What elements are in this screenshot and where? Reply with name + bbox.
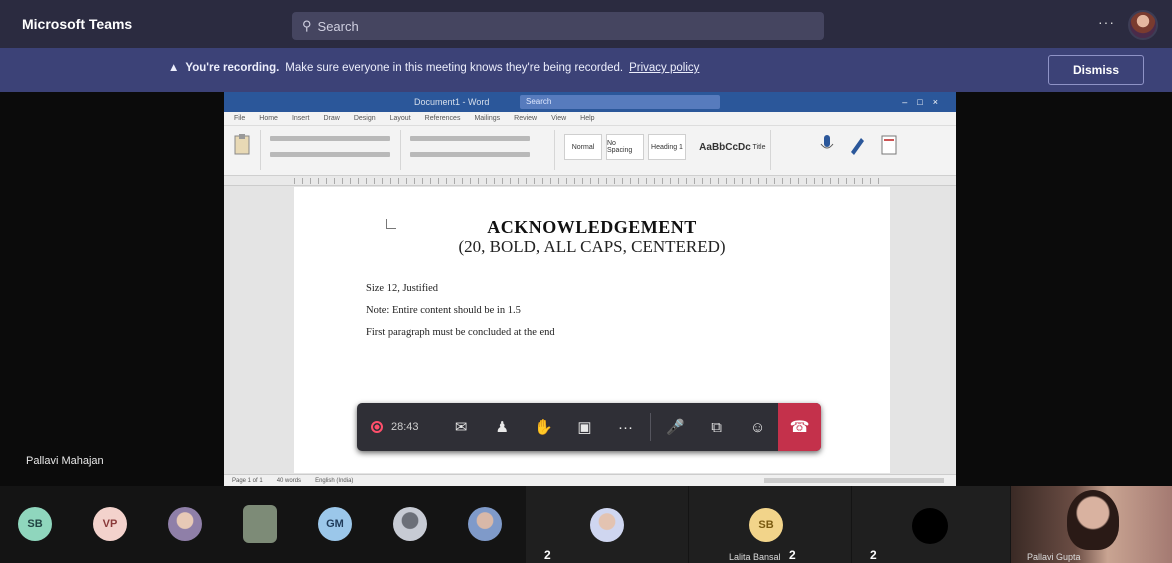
hand-icon: ✋: [534, 419, 553, 436]
recording-banner: ▲ You're recording. Make sure everyone i…: [0, 48, 1172, 92]
ribbon-tab: Help: [580, 115, 595, 122]
participant-video: [1067, 490, 1119, 550]
mic-button[interactable]: 🎤: [655, 403, 696, 451]
react-icon: ☺: [749, 418, 766, 436]
ruler: [224, 176, 956, 186]
status-language: English (India): [315, 477, 354, 484]
share-button[interactable]: ⧉: [696, 403, 737, 451]
participant-avatar: SB: [749, 508, 783, 542]
style-heading-1: Heading 1: [648, 134, 686, 160]
participant-avatar[interactable]: [243, 505, 277, 543]
chat-icon: ✉: [454, 419, 468, 436]
meeting-controls: 28:43 ✉ ♟ ✋ ▣ ··· 🎤 ⧉ ☺ ☎: [357, 403, 822, 451]
banner-message: Make sure everyone in this meeting knows…: [285, 62, 624, 74]
dictate-icon: [816, 132, 838, 160]
search-placeholder: Search: [317, 18, 359, 34]
status-words: 40 words: [276, 477, 302, 484]
share-icon: ⧉: [711, 418, 722, 436]
participant-name: Pallavi Gupta: [1027, 552, 1081, 562]
ribbon-tab: File: [234, 115, 246, 122]
ribbon-tabs: File Home Insert Draw Design Layout Refe…: [224, 112, 956, 126]
app-title: Microsoft Teams: [22, 16, 133, 32]
dismiss-button[interactable]: Dismiss: [1048, 55, 1144, 85]
privacy-policy-link[interactable]: Privacy policy: [629, 62, 699, 74]
participant-avatar: [912, 508, 948, 544]
participant-avatar: [590, 508, 624, 542]
document-line: Size 12, Justified: [366, 283, 439, 294]
ribbon-tab: Design: [353, 115, 376, 122]
participant-name: Lalita Bansal: [729, 552, 781, 562]
window-controls-icon: –□×: [902, 97, 948, 107]
banner-label: You're recording.: [185, 62, 280, 74]
document-line: Note: Entire content should be in 1.5: [366, 305, 521, 316]
tile-badge: 2: [870, 548, 877, 562]
meeting-timer: 28:43: [391, 421, 419, 433]
status-page: Page 1 of 1: [232, 477, 263, 484]
participant-tile[interactable]: 2: [526, 486, 688, 563]
style-normal: Normal: [564, 134, 602, 160]
banner-text: ▲ You're recording. Make sure everyone i…: [168, 62, 699, 74]
ribbon-tab: Insert: [291, 115, 310, 122]
zoom-slider: [764, 478, 944, 483]
participant-avatar[interactable]: [393, 507, 427, 541]
participant-avatar[interactable]: GM: [318, 507, 352, 541]
participant-tile[interactable]: 2: [852, 486, 1010, 563]
user-avatar[interactable]: [1128, 10, 1158, 40]
recording-indicator: 28:43: [357, 421, 441, 433]
search-icon: ⚲: [302, 18, 312, 33]
word-title-bar: Document1 - Word Search –□×: [224, 92, 956, 112]
ribbon-tab: Review: [514, 115, 538, 122]
person-icon: ▲: [168, 62, 180, 74]
raise-hand-button[interactable]: ✋: [523, 403, 564, 451]
word-status-bar: Page 1 of 1 40 words English (India): [224, 474, 956, 486]
participants-button[interactable]: ♟: [482, 403, 523, 451]
reuse-files-icon: [878, 132, 900, 160]
camera-button[interactable]: ▣: [564, 403, 605, 451]
ribbon-tab: Draw: [323, 115, 340, 122]
ribbon-tab: Mailings: [474, 115, 501, 122]
document-subtitle: (20, BOLD, ALL CAPS, CENTERED): [458, 237, 726, 256]
chat-button[interactable]: ✉: [441, 403, 482, 451]
more-icon: ···: [618, 418, 633, 436]
participant-avatar[interactable]: SB: [18, 507, 52, 541]
participant-avatar[interactable]: [168, 507, 202, 541]
presenter-name: Pallavi Mahajan: [26, 455, 104, 467]
participant-avatar[interactable]: VP: [93, 507, 127, 541]
ribbon-tab: Layout: [389, 115, 411, 122]
video-tile[interactable]: Pallavi Gupta: [1011, 486, 1172, 563]
ribbon-tab: Home: [259, 115, 278, 122]
search-box[interactable]: ⚲ Search: [292, 12, 824, 40]
document-title: ACKNOWLEDGEMENT: [487, 217, 697, 237]
more-actions-button[interactable]: ···: [605, 403, 646, 451]
participant-avatar[interactable]: [468, 507, 502, 541]
ribbon-tab: View: [551, 115, 567, 122]
editor-icon: [846, 132, 868, 160]
more-options-icon[interactable]: ···: [1098, 14, 1115, 30]
leave-button[interactable]: ☎: [778, 403, 822, 451]
camera-icon: ▣: [577, 419, 592, 436]
hang-up-icon: ☎: [789, 419, 810, 436]
ribbon-tab: References: [424, 115, 461, 122]
word-doc-name: Document1 - Word: [414, 97, 490, 107]
tile-badge: 2: [544, 548, 551, 562]
mic-icon: 🎤: [666, 419, 685, 436]
ribbon-toolbar: Normal No Spacing Heading 1 AaBbCcDc Tit…: [224, 126, 956, 176]
style-no-spacing: No Spacing: [606, 134, 644, 160]
record-icon: [371, 421, 383, 433]
participant-tile[interactable]: SB Lalita Bansal 2: [689, 486, 851, 563]
participants-icon: ♟: [495, 419, 509, 436]
document-line: First paragraph must be concluded at the…: [366, 327, 555, 338]
paste-icon: [232, 132, 254, 160]
tile-badge: 2: [789, 548, 796, 562]
style-title: Title: [752, 143, 766, 151]
word-search-box: Search: [520, 95, 720, 109]
react-button[interactable]: ☺: [737, 403, 778, 451]
